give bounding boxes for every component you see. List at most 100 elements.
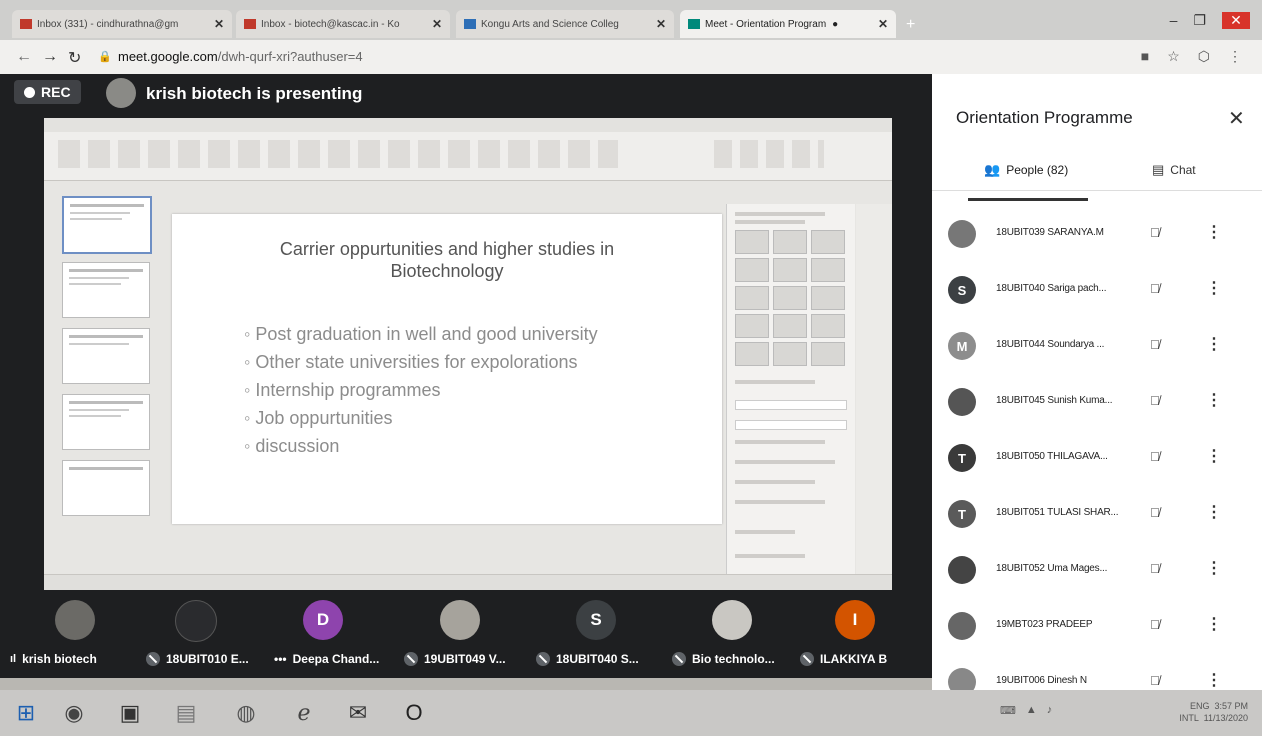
list-item[interactable]: S 18UBIT040 Sariga pach... 🎙̸ ⋮ [932,262,1262,318]
tab-meet[interactable]: Meet - Orientation Program ● ✕ [680,10,896,38]
tab-people[interactable]: 👥 People (82) [984,162,1068,178]
tab-chat[interactable]: ▤ Chat [1152,162,1196,178]
mic-off-icon: 🎙̸ [1150,225,1160,240]
more-options-icon[interactable]: ⋮ [1206,670,1222,690]
slide-title: Carrier oppurtunities and higher studies… [279,239,615,281]
avatar [55,600,95,640]
more-options-icon[interactable]: ⋮ [1206,222,1222,242]
avatar: S [576,600,616,640]
slide-bullet: Other state universities for expoloratio… [244,348,598,376]
meeting-main-area: REC krish biotech is presenting Carrier … [0,74,932,678]
date: 11/13/2020 [1203,713,1248,723]
store-icon[interactable]: ▣ [112,696,148,730]
people-panel: Orientation Programme ✕ 👥 People (82) ▤ … [932,74,1262,690]
speaking-icon: ıl [10,653,17,665]
more-options-icon[interactable]: ⋮ [1206,334,1222,354]
participant-name: Bio technolo... [692,652,775,666]
presenter-avatar [106,78,136,108]
list-item[interactable]: 18UBIT052 Uma Mages... 🎙̸ ⋮ [932,542,1262,598]
mic-off-icon [404,652,418,666]
mic-off-icon [146,652,160,666]
forward-icon[interactable]: → [42,48,58,66]
slide-bullet: Internship programmes [244,376,598,404]
windows-start-icon[interactable]: ⊞ [8,696,44,730]
mic-off-icon: 🎙̸ [1150,505,1160,520]
tab-college[interactable]: Kongu Arts and Science Colleg ✕ [456,10,674,38]
list-item[interactable]: 18UBIT039 SARANYA.M 🎙̸ ⋮ [932,206,1262,262]
chrome-icon[interactable]: ◉ [56,696,92,730]
clock-area[interactable]: ENG 3:57 PM INTL 11/13/2020 [1179,700,1248,724]
avatar [948,388,976,416]
recording-badge: REC [14,80,81,104]
bookmark-star-icon[interactable]: ☆ [1167,48,1180,65]
keyboard-icon[interactable]: ⌨ [1000,704,1016,717]
chat-icon: ▤ [1152,162,1165,177]
avatar [948,220,976,248]
list-item[interactable]: M 18UBIT044 Soundarya ... 🎙̸ ⋮ [932,318,1262,374]
list-item[interactable]: T 18UBIT050 THILAGAVA... 🎙̸ ⋮ [932,430,1262,486]
avatar: D [303,600,343,640]
extension-icon[interactable]: ⬡ [1198,48,1210,65]
active-tab-indicator [968,198,1088,201]
url-field[interactable]: meet.google.com/dwh-qurf-xri?authuser=4 [118,49,363,64]
more-options-icon[interactable]: ⋮ [1206,390,1222,410]
file-explorer-icon[interactable]: ▤ [168,696,204,730]
avatar: S [948,276,976,304]
participant-name: 18UBIT040 S... [556,652,639,666]
more-options-icon[interactable]: ⋮ [1206,502,1222,522]
url-domain: meet.google.com [118,49,218,64]
slide-thumbnail[interactable] [62,460,150,516]
more-options-icon[interactable]: ⋮ [1206,558,1222,578]
opera-icon[interactable]: O [396,696,432,730]
close-tab-icon[interactable]: ✕ [656,17,666,31]
list-item[interactable]: 19MBT023 PRADEEP 🎙̸ ⋮ [932,598,1262,654]
volume-icon[interactable]: ♪ [1047,704,1053,717]
tab-label: Meet - Orientation Program [705,18,827,30]
participant-name: 18UBIT052 Uma Mages... [996,563,1108,574]
participant-name: ILAKKIYA B [820,652,888,666]
shared-screen: Carrier oppurtunities and higher studies… [44,118,892,590]
right-toolbar [856,204,892,580]
participant-name: 19UBIT049 V... [424,652,506,666]
list-item[interactable]: 19UBIT006 Dinesh N 🎙̸ ⋮ [932,654,1262,690]
close-tab-icon[interactable]: ✕ [878,17,888,31]
people-tab-label: People (82) [1006,163,1069,177]
internet-explorer-icon[interactable]: ℯ [286,696,322,730]
camera-icon[interactable]: ■ [1141,48,1149,65]
network-icon[interactable]: ▲ [1026,704,1037,717]
slide-thumbnail[interactable] [62,394,150,450]
close-tab-icon[interactable]: ✕ [214,17,224,31]
tab-inbox-2[interactable]: Inbox - biotech@kascac.in - Ko ✕ [236,10,450,38]
mail-icon[interactable]: ✉ [340,696,376,730]
list-item[interactable]: 18UBIT045 Sunish Kuma... 🎙̸ ⋮ [932,374,1262,430]
mic-off-icon [672,652,686,666]
menu-icon[interactable]: ⋮ [1228,48,1242,65]
meet-icon [688,19,700,29]
mic-off-icon: 🎙̸ [1150,561,1160,576]
avatar [712,600,752,640]
minimize-icon[interactable]: – [1170,12,1178,29]
slide-bullet: Post graduation in well and good univers… [244,320,597,348]
slide-thumbnail[interactable] [62,196,152,254]
reload-icon[interactable]: ↻ [68,48,81,68]
slide-thumbnail[interactable] [62,262,150,318]
media-player-icon[interactable]: ◍ [228,696,264,730]
more-options-icon[interactable]: ⋮ [1206,446,1222,466]
avatar: T [948,500,976,528]
close-panel-button[interactable]: ✕ [1228,106,1245,131]
close-tab-icon[interactable]: ✕ [432,17,442,31]
close-window-icon[interactable]: ✕ [1222,12,1250,29]
participant-name: 19UBIT006 Dinesh N [996,675,1087,686]
more-options-icon[interactable]: ⋮ [1206,278,1222,298]
restore-icon[interactable]: ❐ [1193,12,1206,29]
more-options-icon[interactable]: ⋮ [1206,614,1222,634]
tab-inbox-1[interactable]: Inbox (331) - cindhurathna@gm ✕ [12,10,232,38]
list-item[interactable]: T 18UBIT051 TULASI SHAR... 🎙̸ ⋮ [932,486,1262,542]
new-tab-button[interactable]: + [906,16,915,34]
windows-taskbar: ⊞ ◉ ▣ ▤ ◍ ℯ ✉ O ⌨ ▲ ♪ ENG 3:57 PM INTL 1… [0,690,1262,736]
slide-bullet: Job oppurtunities [244,404,598,432]
avatar: T [948,444,976,472]
mic-off-icon: 🎙̸ [1150,449,1160,464]
back-icon[interactable]: ← [16,48,32,66]
slide-thumbnail[interactable] [62,328,150,384]
